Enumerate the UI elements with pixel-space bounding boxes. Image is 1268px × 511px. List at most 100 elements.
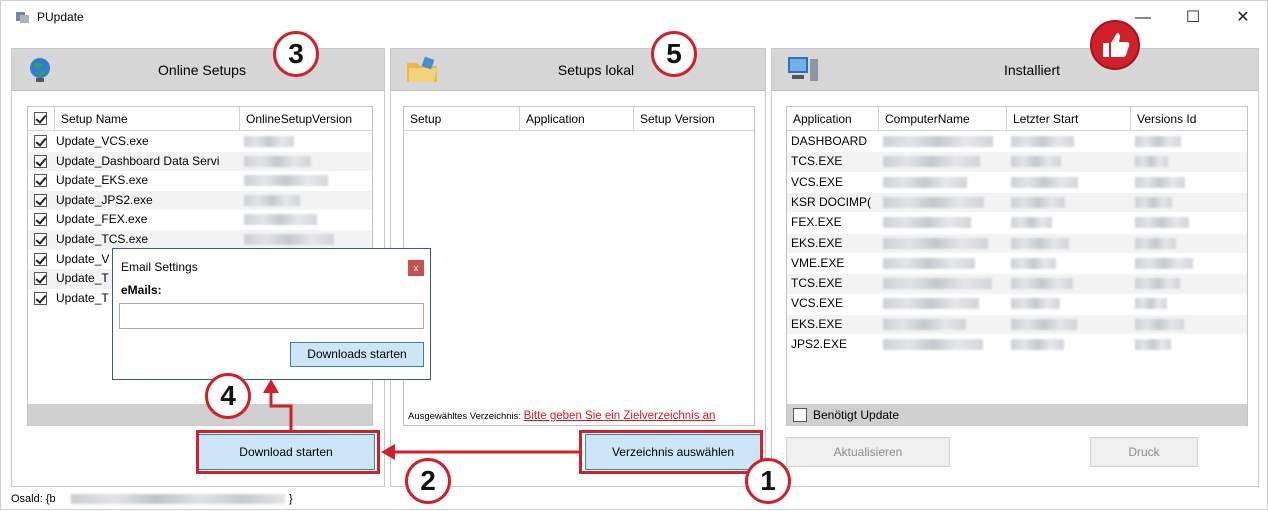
table-row[interactable]: EKS.EXE xyxy=(787,233,1247,253)
redacted-version xyxy=(244,155,311,167)
setup-name-cell: Update_JPS2.exe xyxy=(56,192,153,207)
close-button[interactable]: ✕ xyxy=(1223,5,1263,31)
redacted-cell xyxy=(1011,156,1061,168)
print-button[interactable]: Druck xyxy=(1090,437,1198,467)
setup-name-cell: Update_TCS.exe xyxy=(56,232,149,246)
table-row[interactable]: EKS.EXE xyxy=(787,314,1247,335)
redacted-cell xyxy=(883,318,966,330)
redacted-cell xyxy=(1011,278,1073,290)
table-row[interactable]: Update_FEX.exe xyxy=(28,210,372,230)
redacted-cell xyxy=(1135,136,1181,147)
online-grid-header: Setup Name OnlineSetupVersion xyxy=(28,107,372,131)
table-row[interactable]: Update_TCS.exe xyxy=(28,230,372,250)
redacted-cell xyxy=(883,339,983,350)
application-cell: VCS.EXE xyxy=(791,296,844,311)
redacted-cell xyxy=(883,196,984,208)
redacted-cell xyxy=(1135,156,1168,168)
application-cell: EKS.EXE xyxy=(791,316,843,331)
email-dialog-title: Email Settings xyxy=(121,260,198,274)
table-row[interactable]: TCS.EXE xyxy=(787,152,1247,172)
row-checkbox[interactable] xyxy=(34,135,47,148)
installed-grid: Application ComputerName Letzter Start V… xyxy=(786,106,1248,426)
application-cell: VME.EXE xyxy=(791,255,845,270)
col-last-start[interactable]: Letzter Start xyxy=(1007,107,1131,131)
table-row[interactable]: JPS2.EXE xyxy=(787,335,1247,355)
select-all-checkbox[interactable] xyxy=(34,112,47,125)
col-application[interactable]: Application xyxy=(520,107,634,131)
redacted-cell xyxy=(883,237,988,249)
setups-local-title: Setups lokal xyxy=(557,62,635,78)
redacted-cell xyxy=(883,217,971,229)
row-checkbox[interactable] xyxy=(34,252,47,266)
col-computer-name[interactable]: ComputerName xyxy=(879,107,1007,131)
row-checkbox[interactable] xyxy=(34,272,47,286)
redacted-cell xyxy=(1011,196,1065,208)
downloads-start-button[interactable]: Downloads starten xyxy=(290,342,424,367)
redacted-version xyxy=(244,175,328,187)
status-bar: Osald: {b } xyxy=(11,490,293,508)
col-online-setup-version[interactable]: OnlineSetupVersion xyxy=(240,107,374,131)
table-row[interactable]: Update_JPS2.exe xyxy=(28,190,372,211)
folder-icon xyxy=(407,56,437,82)
redacted-version xyxy=(244,194,300,206)
installed-grid-footer: Benötigt Update xyxy=(787,404,1247,426)
redacted-version xyxy=(244,136,294,147)
email-dialog-close-button[interactable]: x xyxy=(408,260,424,276)
row-checkbox[interactable] xyxy=(34,174,47,188)
application-cell: VCS.EXE xyxy=(791,174,844,189)
table-row[interactable]: KSR DOCIMP( xyxy=(787,192,1247,213)
window-title: PUpdate xyxy=(37,10,84,24)
setup-name-cell: Update_Dashboard Data Servi xyxy=(56,153,220,168)
annotation-circle-1: 1 xyxy=(745,458,791,504)
col-setup-name[interactable]: Setup Name xyxy=(54,107,240,131)
annotation-box-select-dir xyxy=(579,430,763,474)
application-cell: TCS.EXE xyxy=(791,154,843,169)
redacted-cell xyxy=(1135,217,1189,229)
redacted-cell xyxy=(1011,176,1078,188)
redacted-cell xyxy=(1011,136,1074,147)
redacted-cell xyxy=(1011,339,1064,350)
emails-input[interactable] xyxy=(119,303,424,329)
redacted-version xyxy=(244,234,334,245)
row-checkbox[interactable] xyxy=(34,233,47,246)
table-row[interactable]: Update_EKS.exe xyxy=(28,171,372,191)
row-checkbox[interactable] xyxy=(34,291,47,305)
row-checkbox[interactable] xyxy=(34,154,47,168)
setup-name-cell: Update_EKS.exe xyxy=(56,173,149,188)
setups-local-panel: Setups lokal Setup Application Setup Ver… xyxy=(390,48,766,487)
col-version-id[interactable]: Versions Id xyxy=(1131,107,1249,131)
app-icon xyxy=(16,12,29,23)
maximize-button[interactable]: ☐ xyxy=(1173,5,1213,31)
table-row[interactable]: VME.EXE xyxy=(787,254,1247,274)
table-row[interactable]: Update_VCS.exe xyxy=(28,132,372,152)
col-setup[interactable]: Setup xyxy=(404,107,520,131)
selected-directory-value[interactable]: Bitte geben Sie ein Zielverzeichnis an xyxy=(524,410,716,422)
row-checkbox[interactable] xyxy=(34,213,47,227)
col-setup-version[interactable]: Setup Version xyxy=(634,107,756,131)
table-row[interactable]: Update_Dashboard Data Servi xyxy=(28,151,372,172)
redacted-cell xyxy=(1135,298,1167,310)
redacted-cell xyxy=(1011,298,1060,310)
table-row[interactable]: TCS.EXE xyxy=(787,274,1247,294)
redacted-cell xyxy=(1135,257,1193,269)
table-row[interactable]: DASHBOARD xyxy=(787,132,1247,152)
needs-update-label: Benötigt Update xyxy=(813,408,900,422)
setups-local-grid: Setup Application Setup Version Ausgewäh… xyxy=(403,106,755,426)
needs-update-checkbox[interactable] xyxy=(793,408,807,422)
refresh-button[interactable]: Aktualisieren xyxy=(786,437,950,467)
local-grid-header: Setup Application Setup Version xyxy=(404,107,754,131)
table-row[interactable]: FEX.EXE xyxy=(787,213,1247,233)
installed-grid-header: Application ComputerName Letzter Start V… xyxy=(787,107,1247,131)
row-checkbox[interactable] xyxy=(34,193,47,207)
table-row[interactable]: VCS.EXE xyxy=(787,173,1247,193)
annotation-box-download xyxy=(196,430,380,474)
annotation-circle-4: 4 xyxy=(205,373,251,419)
redacted-cell xyxy=(1135,196,1172,208)
redacted-cell xyxy=(1135,176,1185,188)
redacted-cell xyxy=(1011,217,1052,229)
selected-directory-label: Ausgewähltes Verzeichnis: xyxy=(408,411,522,422)
table-row[interactable]: VCS.EXE xyxy=(787,294,1247,314)
col-application[interactable]: Application xyxy=(787,107,879,131)
thumbs-up-icon xyxy=(1090,20,1140,70)
installed-header: Installiert xyxy=(772,49,1258,91)
